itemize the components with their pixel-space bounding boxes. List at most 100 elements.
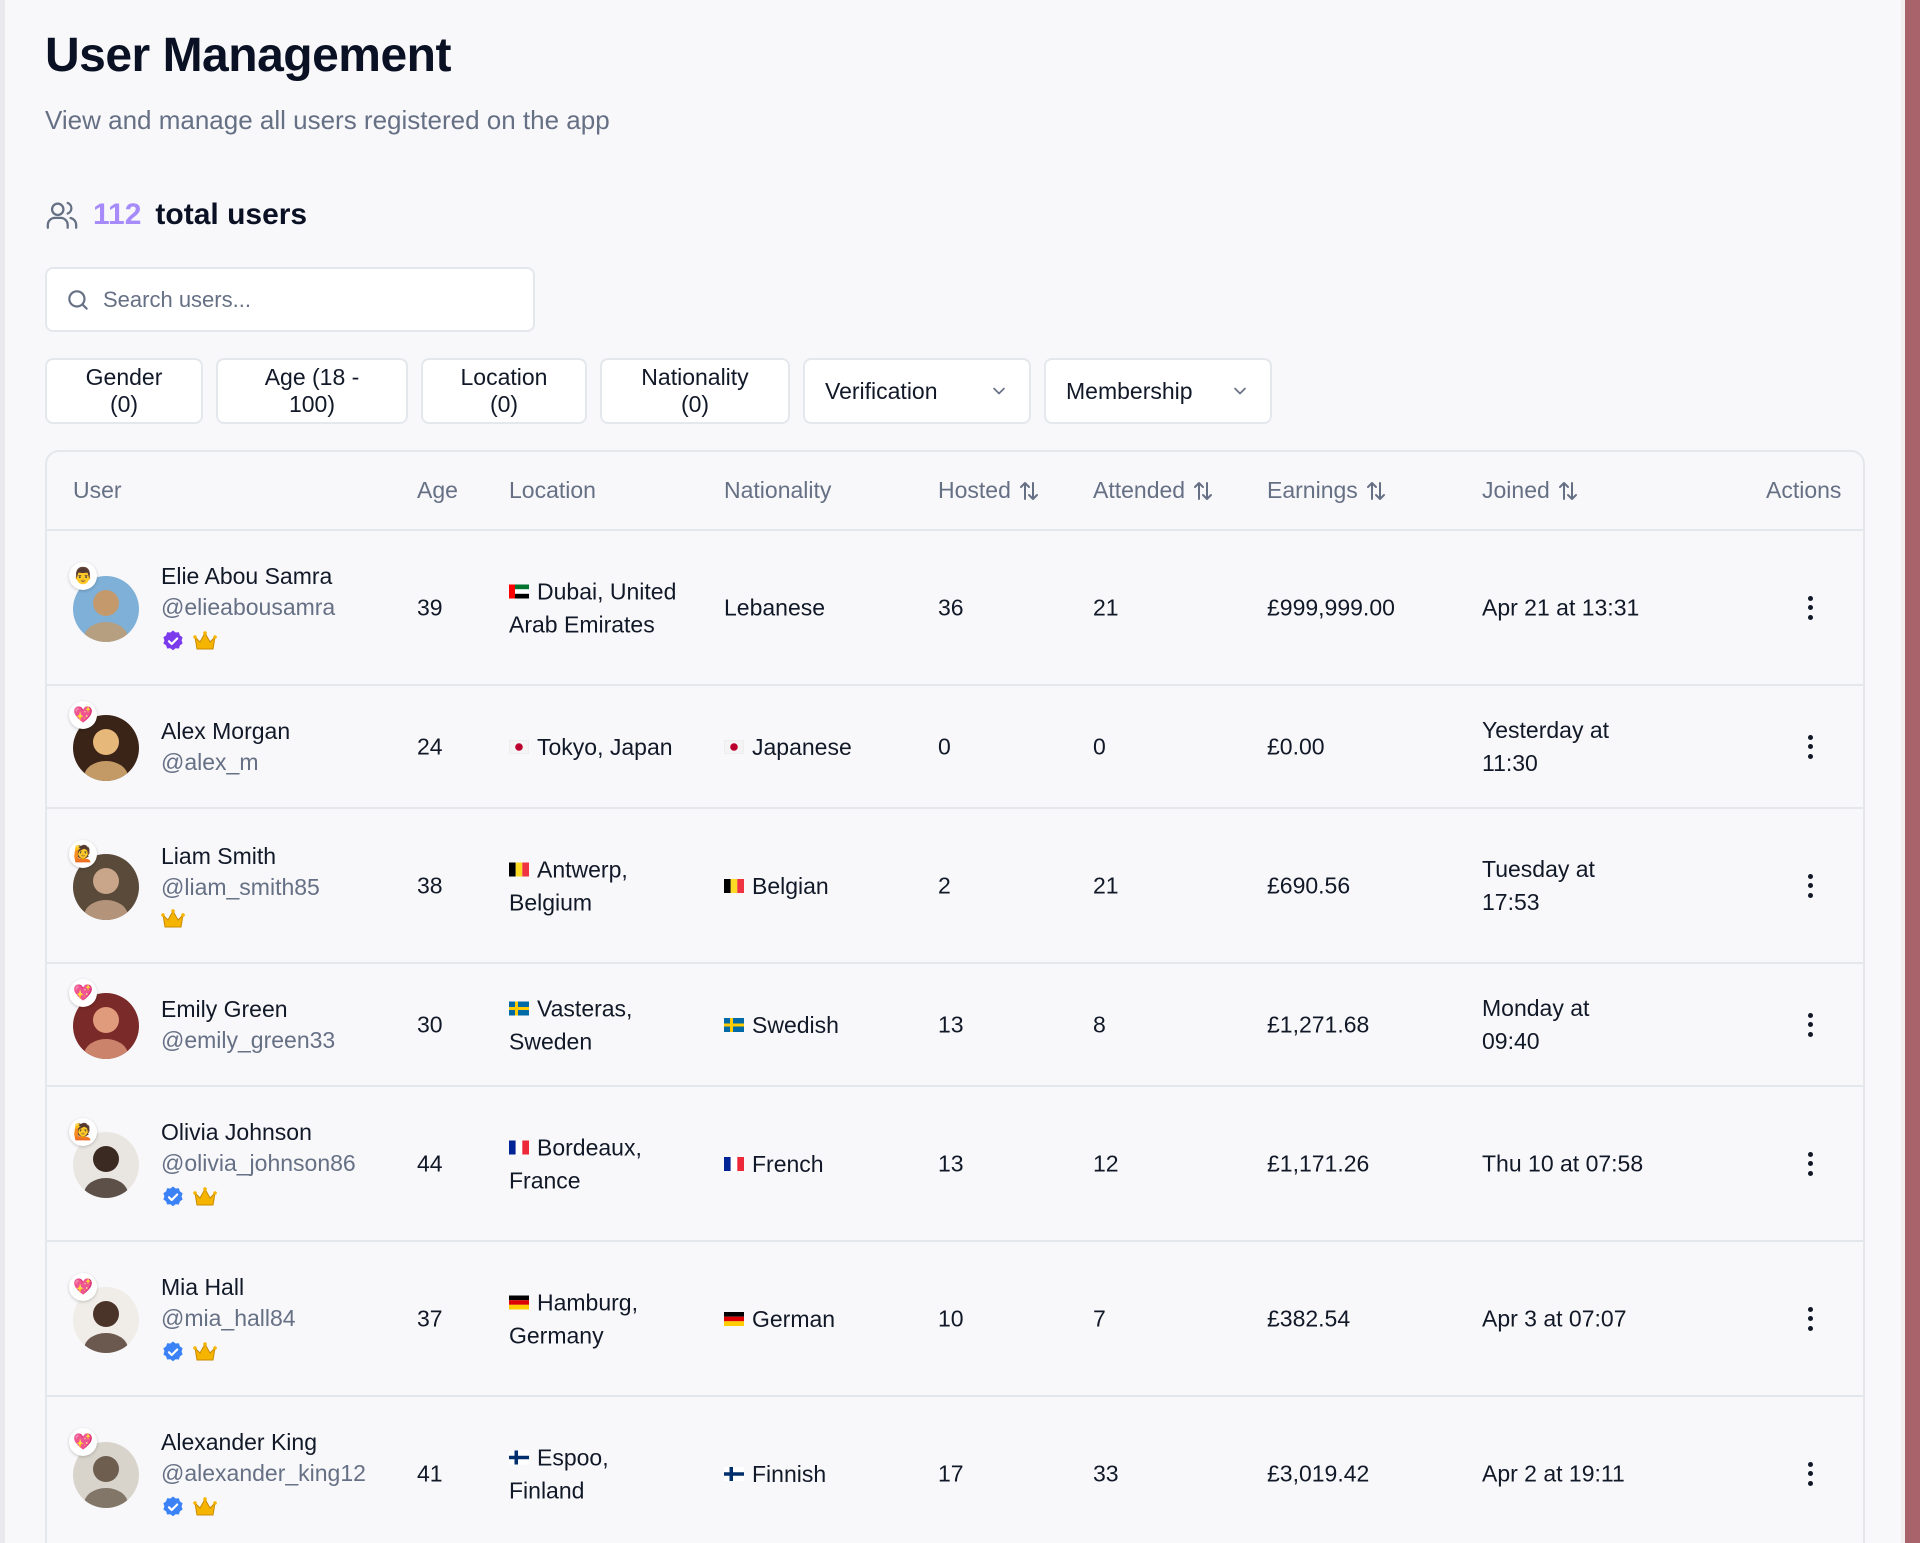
attended-cell: 21 (1093, 594, 1119, 620)
search-input[interactable] (103, 286, 523, 313)
user-cell[interactable]: 💖 Alexander King @alexander_king12 (69, 1427, 366, 1519)
age-cell: 37 (417, 1305, 443, 1331)
verification-filter-dropdown[interactable]: Verification (803, 358, 1031, 424)
column-header-earnings-label: Earnings (1267, 477, 1358, 503)
location-cell: Tokyo, Japan (508, 730, 709, 764)
avatar-wrapper: 💖 (69, 1427, 141, 1508)
attended-cell: 8 (1093, 1011, 1106, 1037)
location-line-2: Finland (509, 1477, 585, 1503)
column-header-nationality: Nationality (724, 477, 831, 504)
avatar-wrapper: 👨 (69, 561, 141, 642)
location-line-1: Vasteras, (537, 995, 633, 1021)
membership-filter-label: Membership (1066, 377, 1193, 404)
membership-filter-dropdown[interactable]: Membership (1044, 358, 1272, 424)
row-actions-menu-icon[interactable] (1805, 734, 1815, 759)
user-badges (161, 1495, 366, 1519)
column-header-joined-label: Joined (1482, 477, 1550, 503)
status-emoji-badge: 🙋 (69, 1117, 97, 1146)
nationality-label: German (752, 1305, 836, 1332)
table-row[interactable]: 💖 Mia Hall @mia_hall84 37 Hamburg, German… (47, 1242, 1863, 1397)
user-name[interactable]: Alex Morgan (161, 718, 290, 745)
verified-badge-icon (163, 1186, 183, 1206)
location-cell: Vasteras, Sweden (509, 991, 709, 1058)
user-badges (161, 1340, 296, 1364)
table-row[interactable]: 💖 Alexander King @alexander_king12 41 Es… (47, 1397, 1863, 1543)
user-name[interactable]: Liam Smith (161, 843, 320, 870)
gender-filter-label: Gender (0) (85, 364, 163, 417)
age-filter-button[interactable]: Age (18 - 100) (216, 358, 408, 424)
location-line-1: Tokyo, Japan (537, 733, 673, 760)
row-actions-menu-icon[interactable] (1805, 595, 1815, 620)
crown-icon (193, 1496, 217, 1515)
user-name[interactable]: Elie Abou Samra (161, 563, 335, 590)
joined-line-2: 09:40 (1482, 1027, 1540, 1054)
user-cell[interactable]: 👨 Elie Abou Samra @elieabousamra (69, 561, 335, 653)
column-header-hosted[interactable]: Hosted (938, 477, 1041, 504)
user-cell[interactable]: 💖 Mia Hall @mia_hall84 (69, 1272, 296, 1364)
location-cell: Dubai, United Arab Emirates (509, 574, 709, 641)
user-name[interactable]: Alexander King (161, 1429, 366, 1456)
user-name[interactable]: Mia Hall (161, 1274, 296, 1301)
row-actions-menu-icon[interactable] (1805, 1151, 1815, 1176)
joined-line-1: Apr 3 at 07:07 (1482, 1305, 1627, 1331)
nationality-cell: Belgian (724, 872, 829, 900)
location-filter-button[interactable]: Location (0) (421, 358, 587, 424)
users-table: User Age Location Nationality Hosted Att… (45, 450, 1865, 1543)
user-cell[interactable]: 🙋 Olivia Johnson @olivia_johnson86 (69, 1117, 356, 1209)
column-header-user: User (73, 477, 122, 504)
joined-line-1: Apr 21 at 13:31 (1482, 594, 1640, 620)
table-row[interactable]: 👨 Elie Abou Samra @elieabousamra 39 Duba… (47, 531, 1863, 686)
user-name[interactable]: Olivia Johnson (161, 1119, 356, 1146)
table-row[interactable]: 💖 Alex Morgan @alex_m 24 Tokyo, Japan Ja… (47, 686, 1863, 809)
search-box[interactable] (45, 267, 535, 332)
table-row[interactable]: 🙋 Liam Smith @liam_smith85 38 Antwerp, Be… (47, 809, 1863, 964)
hosted-cell: 13 (938, 1011, 964, 1037)
column-header-actions: Actions (1766, 477, 1841, 504)
user-cell[interactable]: 💖 Emily Green @emily_green33 (69, 978, 335, 1059)
user-info: Mia Hall @mia_hall84 (161, 1274, 296, 1364)
user-cell[interactable]: 💖 Alex Morgan @alex_m (69, 700, 290, 781)
sort-icon (1366, 481, 1385, 500)
hosted-cell: 36 (938, 594, 964, 620)
avatar-wrapper: 💖 (69, 1272, 141, 1353)
age-cell: 41 (417, 1460, 443, 1486)
earnings-cell: £1,171.26 (1267, 1150, 1370, 1176)
row-actions-menu-icon[interactable] (1805, 1461, 1815, 1486)
hosted-cell: 13 (938, 1150, 964, 1176)
sort-icon (1194, 481, 1213, 500)
table-row[interactable]: 🙋 Olivia Johnson @olivia_johnson86 44 Bo… (47, 1087, 1863, 1242)
joined-line-1: Thu 10 at 07:58 (1482, 1150, 1644, 1176)
location-cell: Espoo, Finland (509, 1440, 709, 1507)
earnings-cell: £0.00 (1267, 733, 1325, 759)
row-actions-menu-icon[interactable] (1805, 873, 1815, 898)
crown-icon (193, 630, 217, 649)
nationality-filter-button[interactable]: Nationality (0) (600, 358, 790, 424)
user-handle: @liam_smith85 (161, 873, 320, 900)
crown-icon (193, 1186, 217, 1205)
column-header-attended[interactable]: Attended (1093, 477, 1215, 504)
user-handle: @alexander_king12 (161, 1459, 366, 1486)
table-row[interactable]: 💖 Emily Green @emily_green33 30 Vasteras… (47, 964, 1863, 1087)
nationality-cell: Swedish (724, 1011, 839, 1039)
nationality-cell: Lebanese (724, 594, 825, 621)
flag-be-icon (724, 872, 744, 893)
column-header-joined[interactable]: Joined (1482, 477, 1580, 504)
user-name[interactable]: Emily Green (161, 996, 335, 1023)
user-info: Elie Abou Samra @elieabousamra (161, 563, 335, 653)
column-header-attended-label: Attended (1093, 477, 1186, 503)
gender-filter-button[interactable]: Gender (0) (45, 358, 203, 424)
avatar-wrapper: 💖 (69, 978, 141, 1059)
hosted-cell: 2 (938, 872, 951, 898)
flag-de-icon (724, 1305, 744, 1326)
hosted-cell: 0 (938, 733, 951, 759)
user-cell[interactable]: 🙋 Liam Smith @liam_smith85 (69, 839, 320, 929)
location-cell: Antwerp, Belgium (509, 852, 709, 919)
row-actions-menu-icon[interactable] (1805, 1306, 1815, 1331)
user-handle: @elieabousamra (161, 593, 336, 620)
flag-de-icon (509, 1285, 529, 1309)
row-actions-menu-icon[interactable] (1805, 1012, 1815, 1037)
column-header-earnings[interactable]: Earnings (1267, 477, 1388, 504)
location-cell: Bordeaux, France (509, 1130, 709, 1197)
joined-cell: Monday at 09:40 (1482, 992, 1682, 1058)
age-cell: 30 (417, 1011, 443, 1037)
